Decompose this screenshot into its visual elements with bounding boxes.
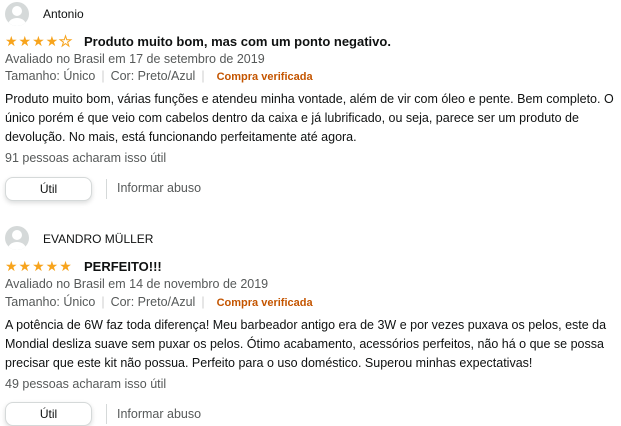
verified-purchase-badge: Compra verificada <box>216 71 313 83</box>
review-body: A potência de 6W faz toda diferença! Meu… <box>5 318 607 370</box>
review-date: Avaliado no Brasil em 14 de novembro de … <box>5 277 269 291</box>
divider <box>106 179 107 199</box>
reviewer-name[interactable]: EVANDRO MÜLLER <box>43 232 153 246</box>
variant-color[interactable]: Cor: Preto/Azul <box>111 69 196 83</box>
star-rating-icon[interactable]: ★★★★★ <box>5 34 73 49</box>
review-variant: Tamanho: Único | Cor: Preto/Azul | Compra ve… <box>5 69 313 83</box>
verified-purchase-badge: Compra verificada <box>216 297 313 309</box>
report-abuse-link[interactable]: Informar abuso <box>117 407 201 422</box>
helpful-count: 49 pessoas acharam isso útil <box>5 377 167 391</box>
variant-size[interactable]: Tamanho: Único <box>5 295 95 309</box>
divider <box>106 404 107 424</box>
review-body: Produto muito bom, várias funções e aten… <box>5 92 614 144</box>
review-title[interactable]: Produto muito bom, mas com um ponto nega… <box>84 34 391 49</box>
helpful-count: 91 pessoas acharam isso útil <box>5 151 167 165</box>
useful-button[interactable]: Útil <box>5 177 92 201</box>
avatar-icon[interactable] <box>5 2 29 26</box>
avatar-icon[interactable] <box>5 226 29 250</box>
variant-color[interactable]: Cor: Preto/Azul <box>111 295 196 309</box>
star-rating-icon[interactable]: ★★★★★ <box>5 259 73 273</box>
review-variant: Tamanho: Único | Cor: Preto/Azul | Compra ve… <box>5 295 313 309</box>
useful-button[interactable]: Útil <box>5 402 92 426</box>
reviewer-name[interactable]: Antonio <box>43 7 84 21</box>
review-title[interactable]: PERFEITO!!! <box>84 259 162 274</box>
report-abuse-link[interactable]: Informar abuso <box>117 181 201 196</box>
variant-size[interactable]: Tamanho: Único <box>5 69 95 83</box>
review-date: Avaliado no Brasil em 17 de setembro de … <box>5 52 265 66</box>
